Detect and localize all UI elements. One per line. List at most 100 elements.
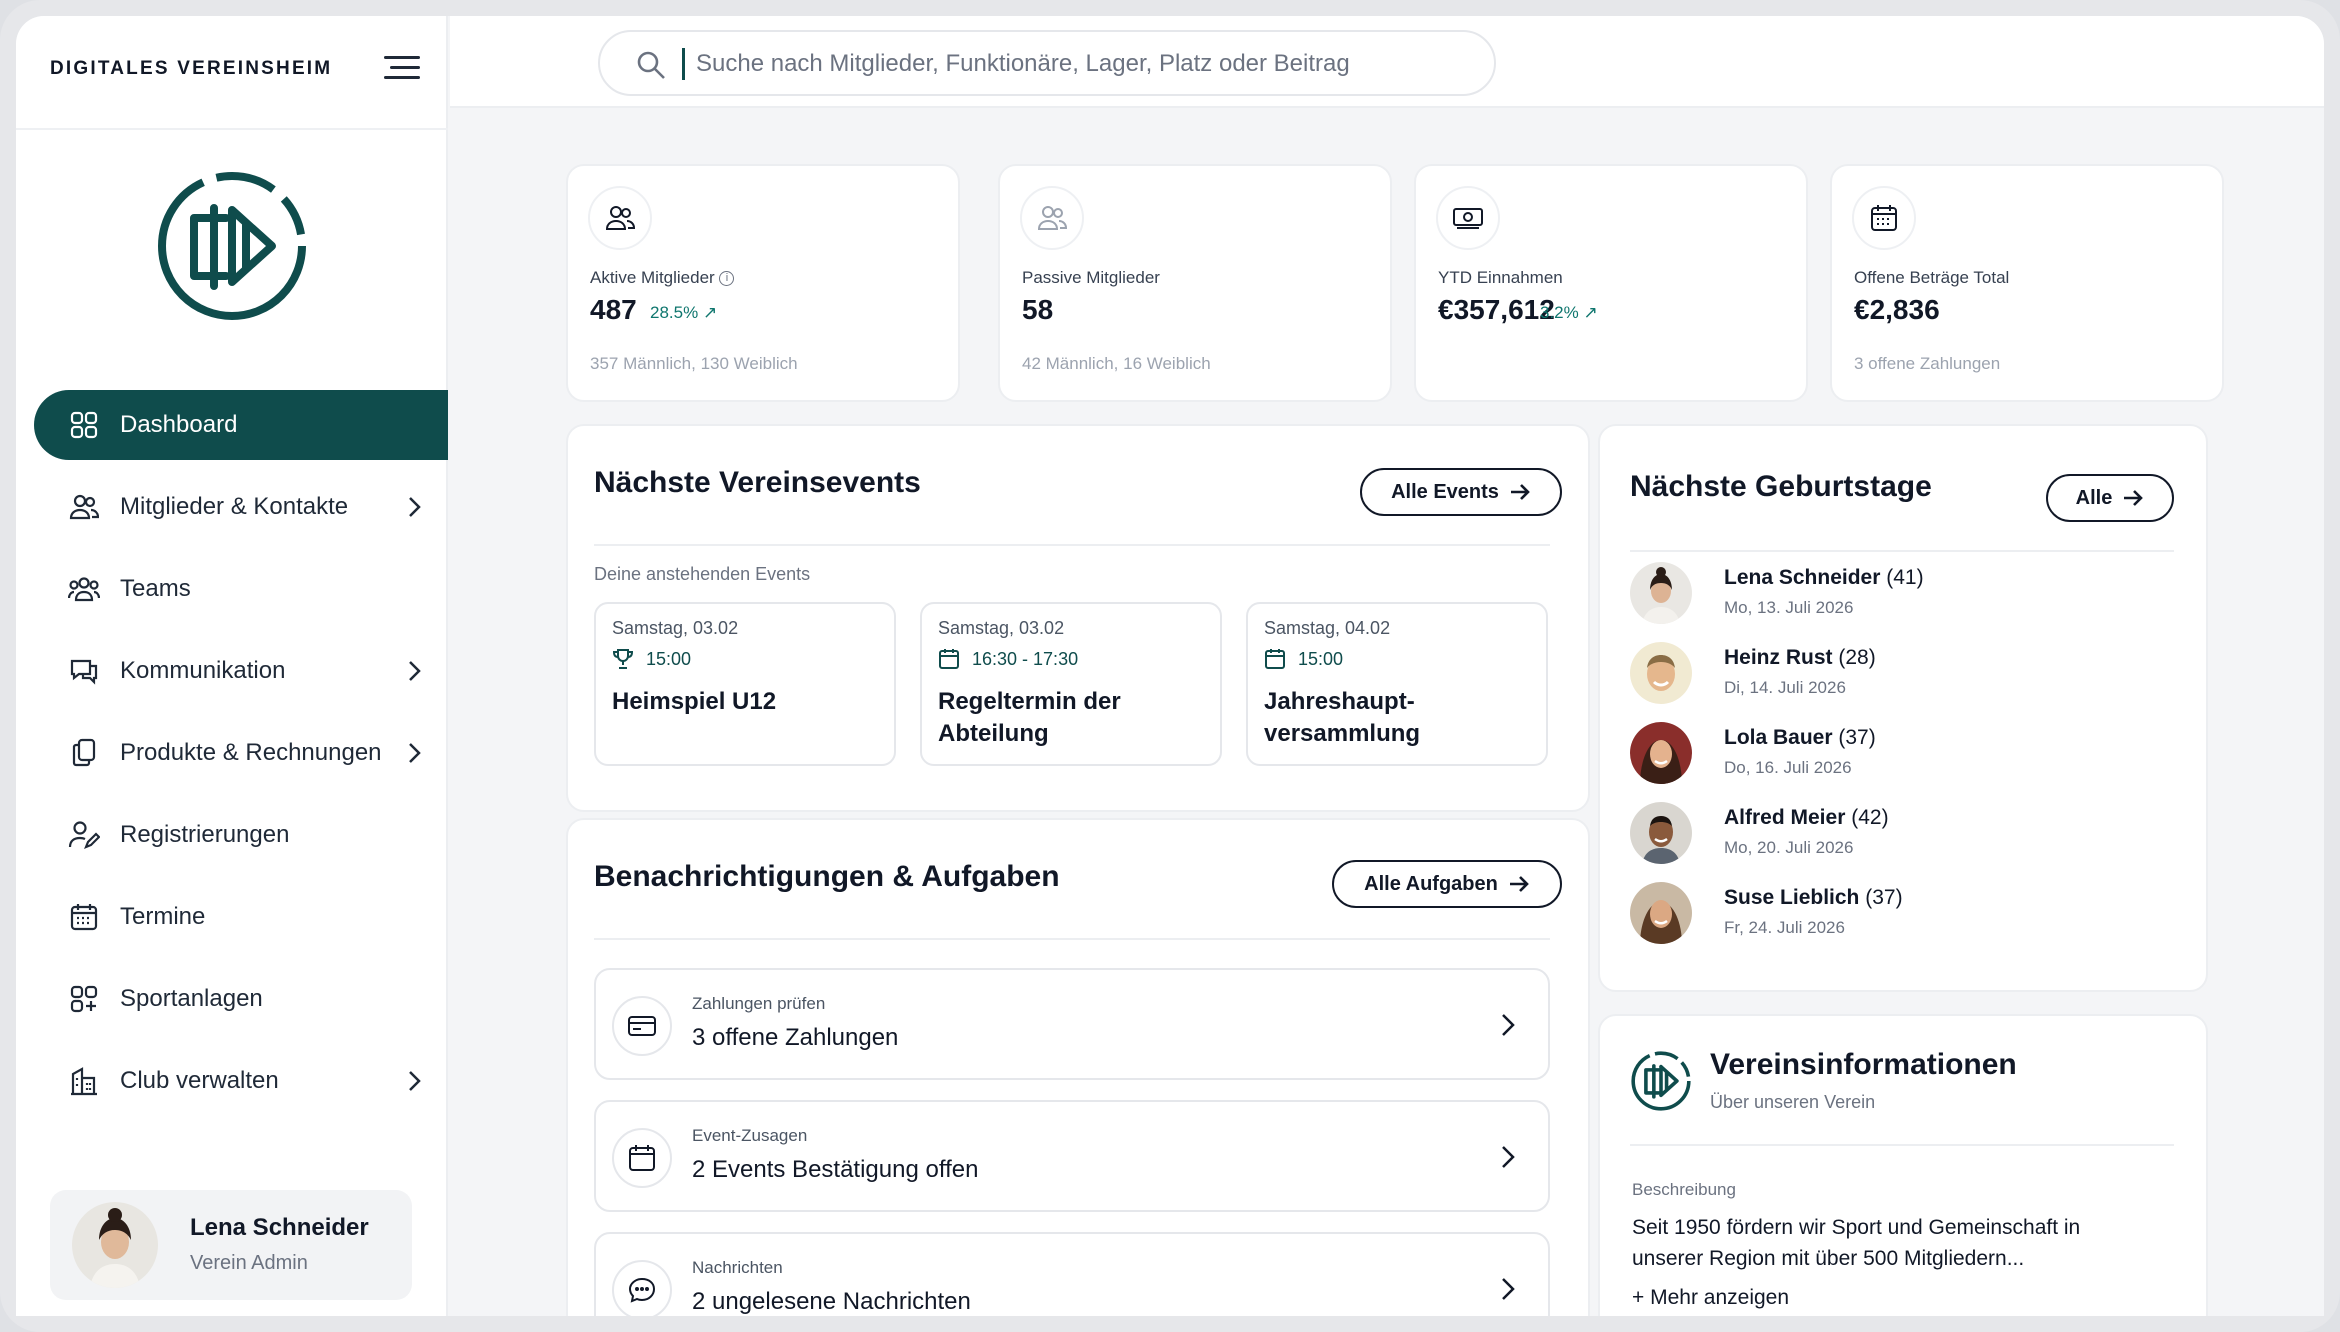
event-date: Samstag, 03.02 bbox=[612, 618, 739, 638]
stat-card-passive-mitglieder: Passive Mitglieder 58 42 Männlich, 16 We… bbox=[998, 164, 1392, 402]
stat-card-aktive-mitglieder: Aktive Mitglieder i 487 28.5% ↗ 357 Männ… bbox=[566, 164, 960, 402]
divider bbox=[594, 938, 1550, 940]
sidebar-item-label: Teams bbox=[120, 575, 191, 602]
button-label: Alle Events bbox=[1391, 480, 1499, 503]
sidebar-item-teams[interactable]: Teams bbox=[34, 554, 448, 624]
event-card[interactable]: Samstag, 04.02 15:00 Jahreshaupt-versamm… bbox=[1246, 602, 1548, 766]
avatar bbox=[1630, 882, 1692, 944]
birthday-name: Lena Schneider (41) bbox=[1724, 566, 1924, 589]
birthday-item[interactable]: Lola Bauer (37) Do, 16. Juli 2026 bbox=[1630, 722, 2170, 790]
divider bbox=[1630, 550, 2174, 552]
calendar-icon bbox=[1852, 186, 1916, 250]
birthdays-title: Nächste Geburtstage bbox=[1630, 470, 1932, 503]
stat-trend: 28.5% ↗ bbox=[650, 303, 718, 322]
club-logo bbox=[158, 172, 306, 320]
search-bar[interactable] bbox=[598, 30, 1496, 96]
all-tasks-button[interactable]: Alle Aufgaben bbox=[1332, 860, 1562, 908]
chat-icon bbox=[68, 655, 100, 687]
hamburger-menu-icon[interactable] bbox=[384, 56, 420, 84]
stat-value: €357,612 bbox=[1438, 294, 1555, 325]
task-item-nachrichten[interactable]: Nachrichten 2 ungelesene Nachrichten bbox=[594, 1232, 1550, 1316]
text-cursor bbox=[682, 48, 685, 80]
sidebar-nav: Dashboard Mitglieder & Kontakte Teams Ko… bbox=[34, 390, 448, 1128]
events-title: Nächste Vereinsevents bbox=[594, 466, 921, 499]
apps-icon bbox=[68, 983, 100, 1015]
calendar-icon bbox=[68, 901, 100, 933]
events-subtitle: Deine anstehenden Events bbox=[594, 564, 811, 584]
birthday-name: Heinz Rust (28) bbox=[1724, 646, 1876, 669]
calendar-icon bbox=[612, 1128, 672, 1188]
club-info-description: Seit 1950 fördern wir Sport und Gemeinsc… bbox=[1632, 1216, 2081, 1270]
sidebar-item-dashboard[interactable]: Dashboard bbox=[34, 390, 448, 460]
info-icon[interactable]: i bbox=[719, 271, 735, 287]
users-icon bbox=[1020, 186, 1084, 250]
stat-value: €2,836 bbox=[1854, 294, 1940, 325]
user-profile-card[interactable]: Lena Schneider Verein Admin bbox=[50, 1190, 412, 1300]
event-time-row: 15:00 bbox=[1264, 648, 1343, 670]
trophy-icon bbox=[612, 649, 634, 669]
event-time: 15:00 bbox=[1298, 648, 1344, 669]
task-item-zahlungen[interactable]: Zahlungen prüfen 3 offene Zahlungen bbox=[594, 968, 1550, 1080]
tasks-panel: Benachrichtigungen & Aufgaben Alle Aufga… bbox=[566, 818, 1590, 1316]
birthday-date: Fr, 24. Juli 2026 bbox=[1724, 918, 1845, 937]
birthday-date: Do, 16. Juli 2026 bbox=[1724, 758, 1852, 777]
event-time-row: 15:00 bbox=[612, 648, 691, 670]
sidebar-item-kommunikation[interactable]: Kommunikation bbox=[34, 636, 448, 706]
birthday-date: Mo, 20. Juli 2026 bbox=[1724, 838, 1854, 857]
calendar-icon bbox=[1265, 649, 1285, 669]
club-info-label: Beschreibung bbox=[1632, 1180, 1736, 1199]
grid-icon bbox=[68, 409, 100, 441]
stat-label: Aktive Mitglieder i bbox=[590, 268, 735, 288]
device-frame: DIGITALES VEREINSHEIM Dashboard Mitglied… bbox=[0, 0, 2340, 1332]
sidebar-item-label: Mitglieder & Kontakte bbox=[120, 493, 349, 520]
task-item-event-zusagen[interactable]: Event-Zusagen 2 Events Bestätigung offen bbox=[594, 1100, 1550, 1212]
chevron-right-icon bbox=[409, 497, 421, 517]
birthday-date: Mo, 13. Juli 2026 bbox=[1724, 598, 1854, 617]
divider bbox=[594, 544, 1550, 546]
stat-label: Offene Beträge Total bbox=[1854, 268, 2010, 287]
trend-up-arrow-icon: ↗ bbox=[702, 303, 718, 322]
sidebar-item-club-verwalten[interactable]: Club verwalten bbox=[34, 1046, 448, 1116]
sidebar-item-label: Club verwalten bbox=[120, 1067, 279, 1094]
user-role: Verein Admin bbox=[190, 1252, 308, 1274]
search-icon bbox=[637, 51, 665, 79]
stat-subtext: 42 Männlich, 16 Weiblich bbox=[1022, 354, 1211, 373]
users-icon bbox=[68, 491, 100, 523]
all-birthdays-button[interactable]: Alle bbox=[2046, 474, 2174, 522]
sidebar-item-registrierungen[interactable]: Registrierungen bbox=[34, 800, 448, 870]
users-icon bbox=[588, 186, 652, 250]
arrow-right-icon bbox=[2124, 490, 2144, 506]
divider bbox=[1630, 1144, 2174, 1146]
sidebar-item-termine[interactable]: Termine bbox=[34, 882, 448, 952]
task-category: Zahlungen prüfen bbox=[692, 994, 826, 1013]
sidebar-item-label: Registrierungen bbox=[120, 821, 290, 848]
stat-label: YTD Einnahmen bbox=[1438, 268, 1563, 287]
event-title: Jahreshaupt-versammlung bbox=[1264, 688, 1421, 747]
stat-subtext: 3 offene Zahlungen bbox=[1854, 354, 2001, 373]
event-date: Samstag, 03.02 bbox=[938, 618, 1065, 638]
chevron-right-icon bbox=[409, 661, 421, 681]
show-more-link[interactable]: + Mehr anzeigen bbox=[1632, 1286, 1789, 1310]
task-text: 2 ungelesene Nachrichten bbox=[692, 1288, 971, 1315]
event-card[interactable]: Samstag, 03.02 15:00 Heimspiel U12 bbox=[594, 602, 896, 766]
all-events-button[interactable]: Alle Events bbox=[1360, 468, 1562, 516]
birthday-item[interactable]: Alfred Meier (42) Mo, 20. Juli 2026 bbox=[1630, 802, 2170, 870]
task-category: Nachrichten bbox=[692, 1258, 783, 1277]
team-icon bbox=[68, 573, 100, 605]
birthday-item[interactable]: Heinz Rust (28) Di, 14. Juli 2026 bbox=[1630, 642, 2170, 710]
chevron-right-icon bbox=[1502, 1146, 1515, 1168]
search-input[interactable] bbox=[696, 44, 1476, 84]
task-category: Event-Zusagen bbox=[692, 1126, 808, 1145]
sidebar-item-mitglieder[interactable]: Mitglieder & Kontakte bbox=[34, 472, 448, 542]
documents-icon bbox=[68, 737, 100, 769]
stat-label: Passive Mitglieder bbox=[1022, 268, 1160, 287]
birthday-item[interactable]: Suse Lieblich (37) Fr, 24. Juli 2026 bbox=[1630, 882, 2170, 950]
tasks-title: Benachrichtigungen & Aufgaben bbox=[594, 860, 1060, 893]
sidebar-header: DIGITALES VEREINSHEIM bbox=[16, 16, 448, 130]
event-card[interactable]: Samstag, 03.02 16:30 - 17:30 Regeltermin… bbox=[920, 602, 1222, 766]
birthdays-panel: Nächste Geburtstage Alle Lena Schneider … bbox=[1598, 424, 2208, 992]
sidebar-item-produkte[interactable]: Produkte & Rechnungen bbox=[34, 718, 448, 788]
birthday-item[interactable]: Lena Schneider (41) Mo, 13. Juli 2026 bbox=[1630, 562, 2170, 630]
sidebar-item-sportanlagen[interactable]: Sportanlagen bbox=[34, 964, 448, 1034]
sidebar-item-label: Sportanlagen bbox=[120, 985, 263, 1012]
